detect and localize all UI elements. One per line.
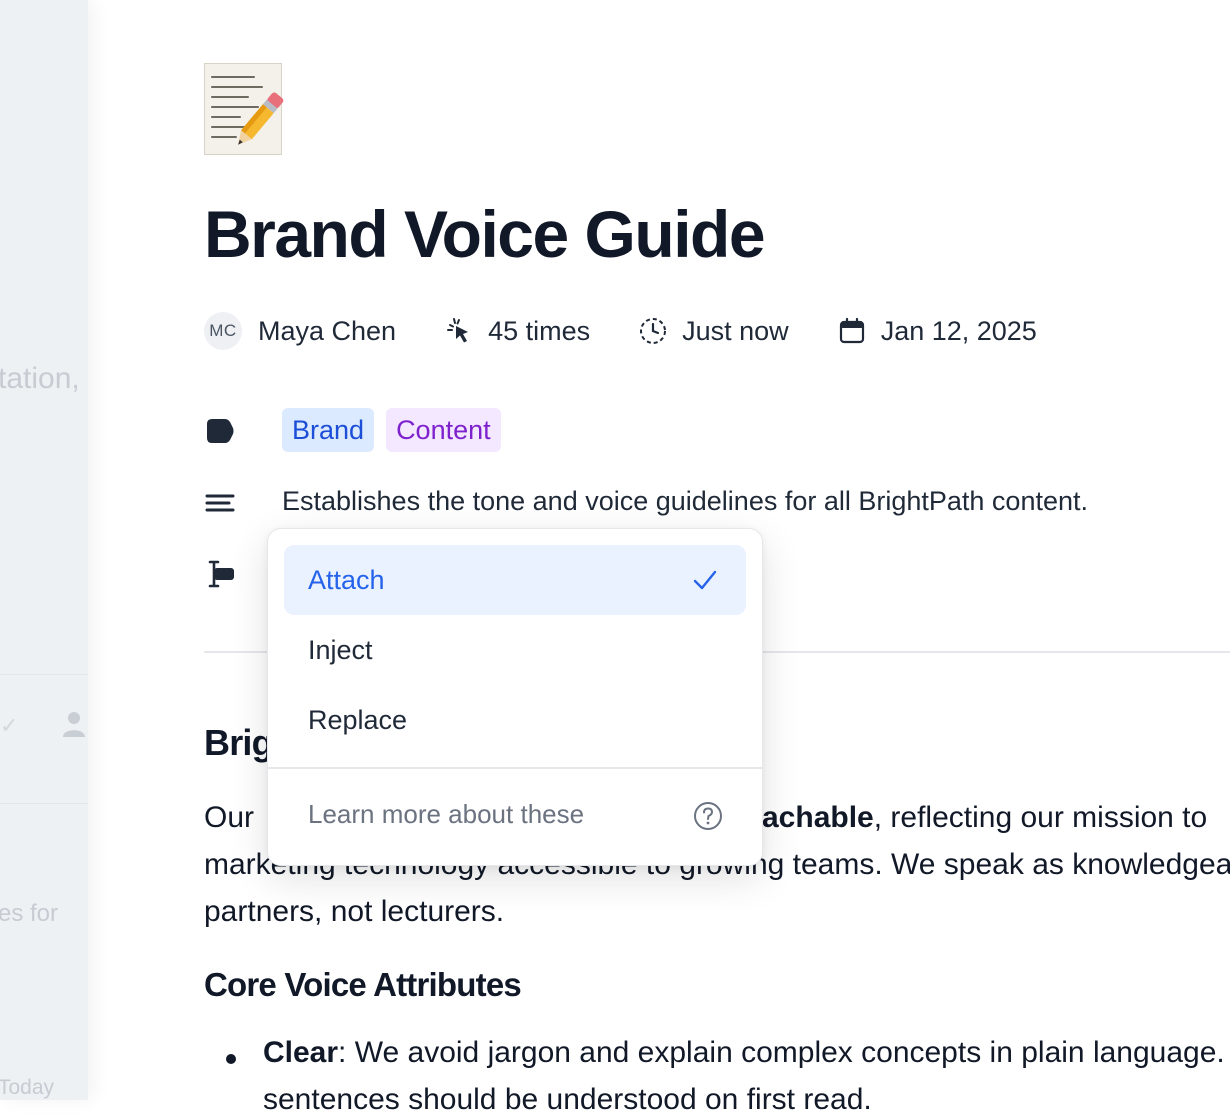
description-property	[204, 489, 236, 521]
check-icon: ✓	[0, 713, 19, 738]
description-text[interactable]: Establishes the tone and voice guideline…	[282, 486, 1088, 517]
avatar: MC	[204, 312, 242, 350]
usage-count: 45 times	[444, 316, 590, 347]
section-heading: Brig	[204, 722, 274, 763]
click-cursor-icon	[447, 318, 469, 343]
text-cursor-box-icon	[208, 560, 234, 588]
body-paragraph-line: achable, reflecting our mission to	[762, 794, 1207, 841]
option-label: Replace	[308, 704, 408, 735]
clock-icon	[640, 318, 667, 344]
metadata-row: MC Maya Chen 45 times Just now Jan 12, 2…	[204, 308, 1085, 354]
text-align-left-icon	[205, 494, 235, 512]
insert-mode-dropdown: Attach Inject Replace Learn more about t…	[267, 528, 763, 866]
insert-mode-property	[204, 558, 236, 590]
tag-icon	[207, 419, 234, 443]
option-attach[interactable]: Attach	[284, 545, 746, 615]
option-label: Attach	[308, 564, 385, 595]
bullet-dot	[226, 1054, 236, 1064]
background-sidebar: tation, ✓ es for Today	[0, 0, 88, 1100]
created-date-text: Jan 12, 2025	[880, 315, 1037, 346]
learn-more-link[interactable]: Learn more about these	[308, 799, 584, 830]
body-text: Our	[204, 801, 255, 834]
sidebar-fragment: es for	[0, 900, 59, 927]
body-paragraph-line: partners, not lecturers.	[204, 895, 505, 928]
option-replace[interactable]: Replace	[284, 685, 746, 755]
body-text: , reflecting our mission to	[873, 801, 1208, 834]
help-circle-icon[interactable]	[693, 801, 723, 831]
bullet-bold-text: Clear	[263, 1036, 339, 1069]
body-bold-text: achable	[762, 801, 874, 834]
dropdown-divider	[268, 767, 762, 769]
author: MC Maya Chen	[204, 312, 396, 350]
author-name: Maya Chen	[258, 315, 397, 346]
usage-count-text: 45 times	[488, 315, 591, 346]
tags-property	[204, 415, 236, 447]
option-inject[interactable]: Inject	[284, 615, 746, 685]
page-title[interactable]: Brand Voice Guide	[204, 196, 766, 272]
created-date: Jan 12, 2025	[837, 316, 1037, 347]
sidebar-divider	[0, 674, 88, 675]
section-heading: Core Voice Attributes	[204, 966, 522, 1003]
option-label: Inject	[308, 634, 373, 665]
bullet-item-continuation: sentences should be understood on first …	[263, 1083, 872, 1116]
user-icon	[63, 712, 85, 737]
body-paragraph-line: Our	[204, 794, 254, 841]
tag-content[interactable]: Content	[386, 408, 501, 452]
bullet-item: Clear: We avoid jargon and explain compl…	[263, 1036, 1225, 1070]
calendar-icon	[839, 317, 864, 344]
sidebar-fragment: Today	[0, 1076, 55, 1099]
sidebar-divider	[0, 803, 88, 804]
tag-list: Brand Content	[282, 408, 513, 452]
tag-brand[interactable]: Brand	[282, 408, 375, 452]
last-updated-text: Just now	[682, 315, 789, 346]
last-updated: Just now	[638, 316, 789, 347]
sidebar-fragment: tation,	[0, 362, 80, 395]
bullet-text: : We avoid jargon and explain complex co…	[338, 1036, 1225, 1069]
checkmark-icon	[693, 570, 717, 590]
memo-pencil-icon[interactable]	[204, 63, 284, 155]
